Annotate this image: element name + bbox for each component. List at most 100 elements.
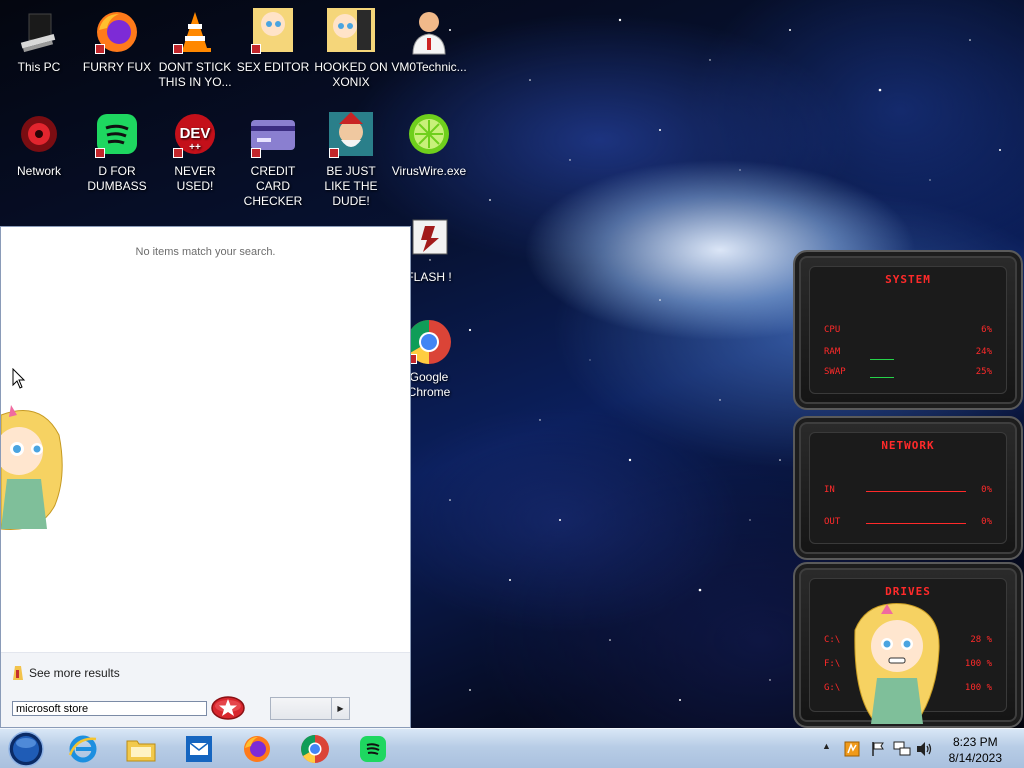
shutdown-options-button[interactable]: ▶ [331, 697, 350, 720]
clock-time: 8:23 PM [952, 735, 998, 749]
desktop-icon-label: D FOR DUMBASS [87, 164, 147, 193]
gadget-row-label: OUT [824, 517, 841, 527]
desktop-icon-label: SEX EDITOR [236, 60, 310, 74]
drives-gadget[interactable]: DRIVES C:\ 28 % F:\ 100 % G:\ 100 % [793, 562, 1023, 728]
credit-card-icon [249, 112, 297, 160]
spotify-icon [93, 112, 141, 160]
taskbar-firefox[interactable] [240, 732, 274, 766]
shortcut-overlay-icon [251, 44, 261, 54]
taskbar-clock[interactable]: 8:23 PM 8/14/2023 [949, 734, 1002, 766]
internet-explorer-icon [68, 735, 97, 763]
start-orb-icon [8, 731, 44, 767]
desktop-icon-label: VirusWire.exe [391, 164, 467, 178]
cartoon-girl-sticker-icon [854, 603, 940, 724]
search-results-icon [13, 666, 23, 680]
shortcut-overlay-icon [95, 44, 105, 54]
gadget-row-value: 25% [975, 367, 992, 377]
mouse-cursor-icon [12, 368, 26, 389]
gadget-row-out: OUT 0% [824, 517, 992, 527]
start-menu: No items match your search. See more res… [0, 226, 411, 728]
desktop-icon-hooked-on-xonix[interactable]: HOOKED ON XONIX [312, 8, 390, 90]
elf-icon [327, 112, 375, 160]
ram-usage-line [870, 359, 894, 360]
shortcut-overlay-icon [95, 148, 105, 158]
desktop-icon-d-for-dumbass[interactable]: D FOR DUMBASS [78, 112, 156, 194]
desktop-icon-viruswire[interactable]: VirusWire.exe [390, 112, 468, 179]
see-more-results-link[interactable]: See more results [13, 666, 120, 680]
taskbar-file-explorer[interactable] [124, 732, 158, 766]
desktop-icon-label: BE JUST LIKE THE DUDE! [324, 164, 378, 208]
vlc-cone-icon [171, 8, 219, 56]
shortcut-overlay-icon [251, 148, 261, 158]
devcpp-icon: DEV ++ [171, 112, 219, 160]
gadget-row-label: G:\ [824, 683, 841, 693]
cartoon-girl-icon [249, 8, 297, 56]
desktop-icon-vm0technic[interactable]: VM0Technic... [390, 8, 468, 75]
start-button[interactable] [6, 731, 46, 767]
system-tray: ▲ 8:23 PM 8/14/2023 [814, 729, 1024, 768]
network-out-graph-line [866, 523, 966, 524]
taskbar-mail[interactable] [182, 732, 216, 766]
gadget-row-label: SWAP [824, 367, 846, 377]
gadget-row-value: 0% [981, 485, 992, 495]
drives-gadget-title: DRIVES [885, 585, 931, 598]
cartoon-girl-icon [327, 8, 375, 56]
desktop-icon-label: CREDIT CARD CHECKER [243, 164, 303, 208]
arrow-right-icon: ▶ [337, 704, 344, 713]
desktop-icon-credit-card-checker[interactable]: CREDIT CARD CHECKER [234, 112, 312, 209]
doctor-icon [405, 8, 453, 56]
gadget-row-label: CPU [824, 325, 841, 335]
desktop-icon-sex-editor[interactable]: SEX EDITOR [234, 8, 312, 75]
shortcut-overlay-icon [173, 148, 183, 158]
gadget-row-label: IN [824, 485, 835, 495]
desktop-icon-be-just-like-the-dude[interactable]: BE JUST LIKE THE DUDE! [312, 112, 390, 209]
action-center-flag-icon[interactable] [871, 741, 885, 757]
desktop-icon-label: NEVER USED! [174, 164, 216, 193]
tray-app-icon[interactable] [844, 741, 860, 757]
gadget-row-ram: RAM 24% [824, 347, 992, 357]
system-gadget-title: SYSTEM [885, 273, 931, 286]
search-go-button[interactable] [211, 695, 245, 721]
gadget-row-value: 100 % [964, 683, 992, 693]
taskbar: ▲ 8:23 PM 8/14/2023 [0, 728, 1024, 768]
show-hidden-icons-icon[interactable]: ▲ [822, 741, 831, 751]
desktop-icon-label: VM0Technic... [391, 60, 467, 74]
limewire-icon [405, 112, 453, 160]
gadget-row-label: RAM [824, 347, 841, 357]
spotify-icon [360, 736, 386, 762]
desktop-icon-label: DONT STICK THIS IN YO... [158, 60, 232, 89]
desktop-icon-never-used[interactable]: DEV ++ NEVER USED! [156, 112, 234, 194]
desktop-icon-label: This PC [17, 60, 61, 74]
gadget-row-value: 6% [981, 325, 992, 335]
gadget-row-value: 100 % [964, 659, 992, 669]
gadget-row-value: 0% [981, 517, 992, 527]
taskbar-chrome[interactable] [298, 732, 332, 766]
taskbar-internet-explorer[interactable] [66, 732, 100, 766]
gadget-row-cpu: CPU 6% [824, 325, 992, 335]
swap-usage-line [870, 377, 894, 378]
desktop-icon-label: FURRY FUX [82, 60, 152, 74]
desktop-icon-network[interactable]: Network [0, 112, 78, 179]
cartoon-girl-sticker-icon [1, 405, 63, 530]
network-tray-icon[interactable] [893, 740, 911, 757]
network-gadget[interactable]: NETWORK IN 0% OUT 0% [793, 416, 1023, 560]
shutdown-button[interactable] [270, 697, 332, 720]
clock-date: 8/14/2023 [948, 751, 1002, 765]
gadget-row-swap: SWAP 25% [824, 367, 992, 377]
gadget-row-label: C:\ [824, 635, 841, 645]
chrome-icon [301, 735, 329, 763]
firefox-icon [244, 736, 270, 762]
desktop-icon-label: Network [16, 164, 61, 178]
desktop-icon-dont-stick[interactable]: DONT STICK THIS IN YO... [156, 8, 234, 90]
mail-icon [186, 736, 212, 762]
system-gadget[interactable]: SYSTEM CPU 6% RAM 24% SWAP 25% [793, 250, 1023, 410]
volume-icon[interactable] [916, 741, 934, 757]
taskbar-spotify[interactable] [356, 732, 390, 766]
start-search-input[interactable] [12, 701, 207, 716]
desktop-icon-this-pc[interactable]: This PC [0, 8, 78, 75]
gadget-row-in: IN 0% [824, 485, 992, 495]
desktop-icon-furry-fux[interactable]: FURRY FUX [78, 8, 156, 75]
see-more-results-label: See more results [29, 666, 120, 680]
desktop-icon-label: HOOKED ON XONIX [314, 60, 388, 89]
system-gadget-screen: SYSTEM CPU 6% RAM 24% SWAP 25% [809, 266, 1007, 394]
